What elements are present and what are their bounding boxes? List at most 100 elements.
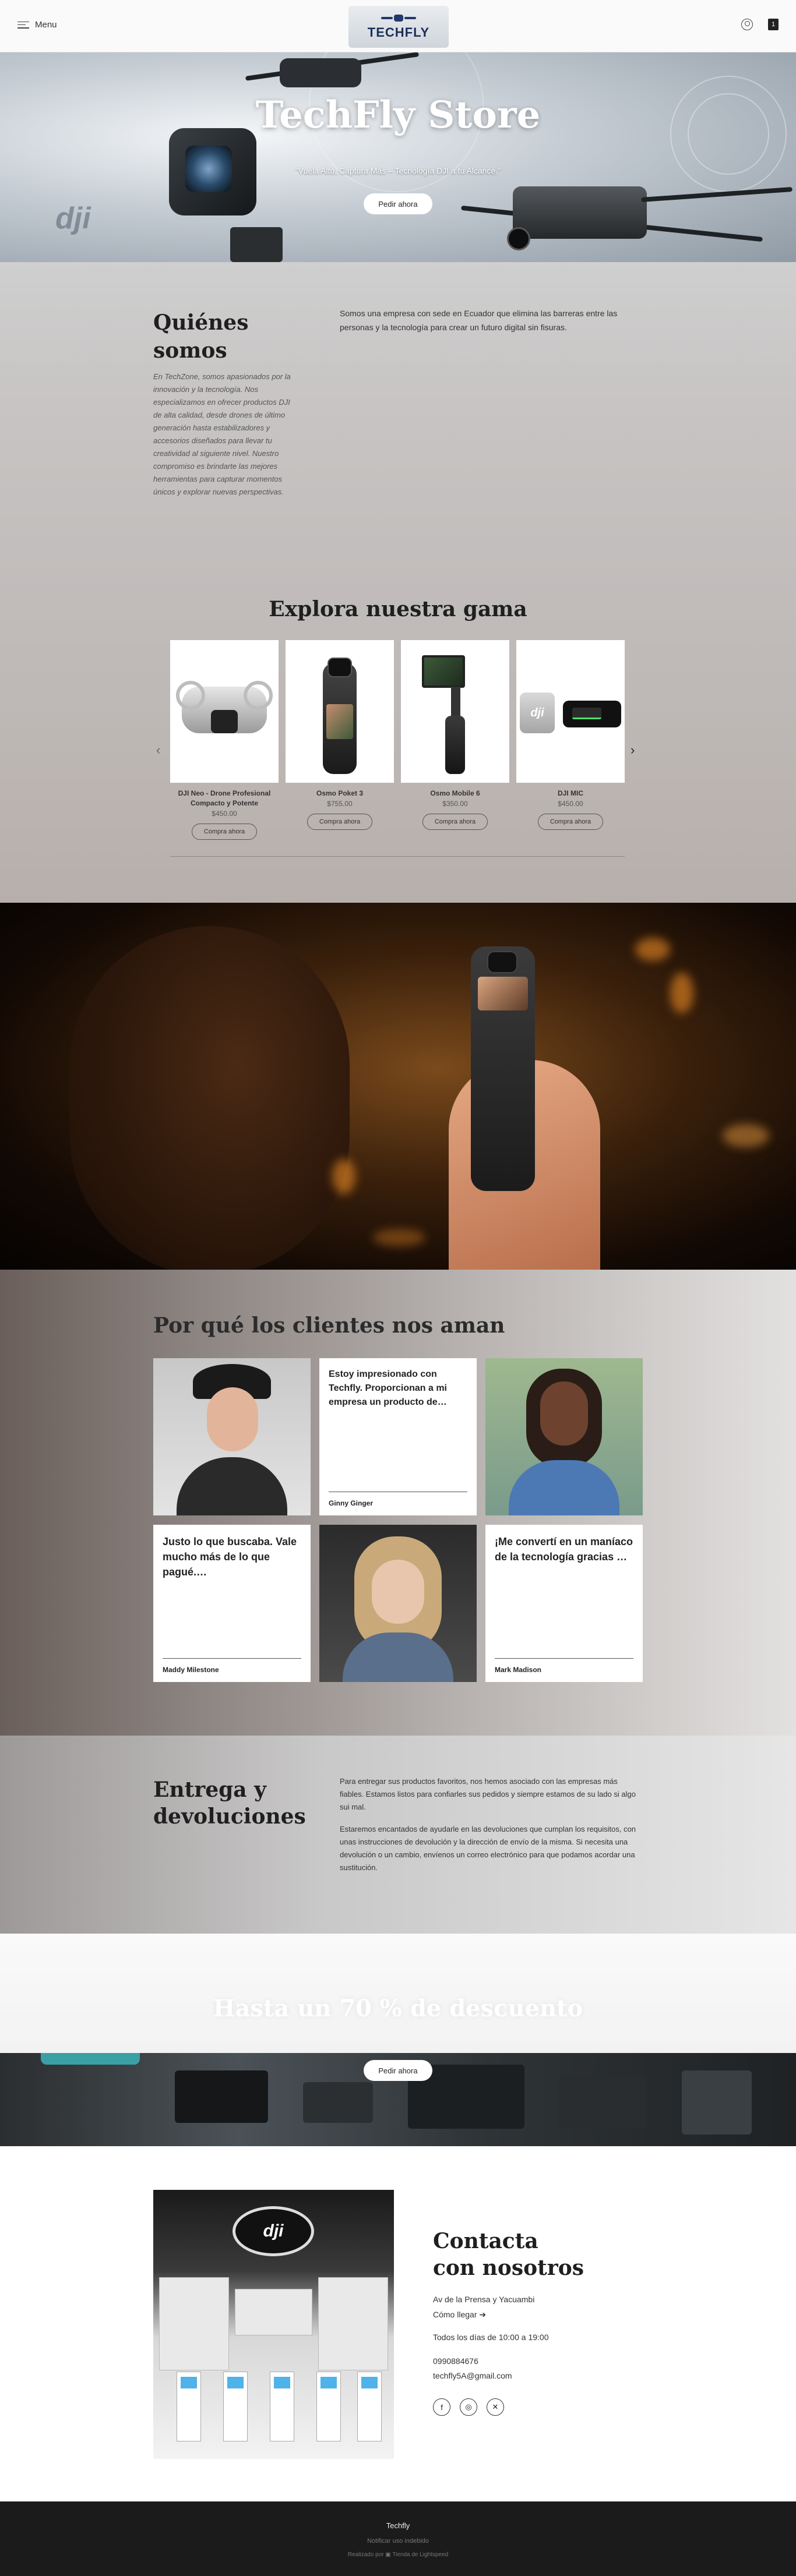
email-address[interactable]: techfly5A@gmail.com — [433, 2371, 512, 2380]
contact-title-line1: Contacta — [433, 2229, 538, 2253]
product-image — [401, 640, 509, 783]
product-card[interactable]: Osmo Mobile 6 $350.00 Compra ahora — [401, 640, 509, 830]
customer-photo — [319, 1525, 477, 1682]
testimonials-title: Por qué los clientes nos aman — [153, 1313, 505, 1338]
product-card[interactable]: DJI Neo - Drone Profesional Compacto y P… — [170, 640, 279, 840]
contact-title: Contacta con nosotros — [433, 2228, 584, 2281]
osmo-pocket-image — [471, 946, 535, 1191]
product-name[interactable]: Osmo Poket 3 — [286, 789, 394, 798]
powered-by[interactable]: Realizado por ▣ Tienda de Lightspeed — [0, 2552, 796, 2558]
directions-link[interactable]: Cómo llegar ➔ — [433, 2310, 486, 2320]
buy-now-button[interactable]: Compra ahora — [538, 814, 603, 830]
delivery-paragraph: Para entregar sus productos favoritos, n… — [340, 1777, 636, 1811]
about-title-line1: Quiénes — [153, 310, 249, 335]
product-price: $450.00 — [212, 810, 237, 818]
phone-number[interactable]: 0990884676 — [433, 2356, 478, 2366]
testimonial-card: Estoy impresionado con Techfly. Proporci… — [319, 1358, 477, 1515]
testimonial-quote: Estoy impresionado con Techfly. Proporci… — [329, 1369, 447, 1407]
drone-camera-image — [507, 227, 530, 250]
store-image: dji — [153, 2190, 394, 2459]
person-silhouette-image — [70, 926, 350, 1270]
bokeh-light — [670, 973, 693, 1013]
bokeh-light — [332, 1159, 355, 1194]
bokeh-light — [723, 1124, 769, 1147]
buy-now-button[interactable]: Compra ahora — [422, 814, 488, 830]
instagram-icon[interactable]: ◎ — [460, 2398, 477, 2416]
product-price: $350.00 — [442, 800, 468, 808]
about-title: Quiénes somos — [153, 309, 248, 365]
about-body: En TechZone, somos apasionados por la in… — [153, 372, 291, 496]
report-abuse-link[interactable]: Notificar uso indebido — [0, 2538, 796, 2545]
testimonial-card: ¡Me convertí en un maníaco de la tecnolo… — [485, 1525, 643, 1682]
product-price: $450.00 — [558, 800, 583, 808]
promo-title: Hasta un 70 % de descuento — [213, 1995, 583, 2022]
product-image: dji — [516, 640, 625, 783]
contact-title-line2: con nosotros — [433, 2256, 584, 2280]
product-name[interactable]: DJI MIC — [516, 789, 625, 798]
delivery-body: Para entregar sus productos favoritos, n… — [340, 1775, 643, 1884]
hero-banner: dji TechFly Store "Vuela Alto, Captura M… — [0, 52, 796, 262]
testimonial-card: Justo lo que buscaba. Vale mucho más de … — [153, 1525, 311, 1682]
x-twitter-icon[interactable]: ✕ — [487, 2398, 504, 2416]
about-lead: Somos una empresa con sede en Ecuador qu… — [340, 309, 618, 332]
promo-banner: Hasta un 70 % de descuento Pedir ahora — [0, 1934, 796, 2146]
facebook-icon[interactable]: f — [433, 2398, 450, 2416]
menu-button[interactable]: Menu — [17, 20, 57, 30]
delivery-title-line2: devoluciones — [153, 1804, 306, 1829]
customer-photo — [485, 1358, 643, 1515]
testimonials-section: Por qué los clientes nos aman Estoy impr… — [0, 1270, 796, 1736]
about-title-line2: somos — [153, 338, 227, 363]
product-name[interactable]: Osmo Mobile 6 — [401, 789, 509, 798]
carousel-divider — [170, 856, 625, 857]
opening-hours: Todos los días de 10:00 a 19:00 — [433, 2333, 549, 2342]
hero-title: TechFly Store — [255, 93, 541, 137]
footer-store-name: Techfly — [386, 2521, 410, 2530]
product-carousel: DJI Neo - Drone Profesional Compacto y P… — [170, 640, 625, 861]
bokeh-light — [635, 938, 670, 961]
menu-label: Menu — [35, 20, 57, 30]
site-header: Menu TECHFLY 1 — [0, 0, 796, 52]
carousel-next-icon[interactable]: › — [631, 743, 635, 758]
product-card[interactable]: Osmo Poket 3 $755.00 Compra ahora — [286, 640, 394, 830]
store-logo[interactable]: TECHFLY — [348, 6, 449, 48]
delivery-section: Entrega y devoluciones Para entregar sus… — [0, 1736, 796, 1934]
products-section: Explora nuestra gama ‹ › DJI Neo - Drone… — [0, 550, 796, 903]
delivery-title: Entrega y devoluciones — [153, 1776, 306, 1830]
drone-logo-icon — [381, 13, 416, 24]
buy-now-button[interactable]: Compra ahora — [307, 814, 372, 830]
site-footer: Techfly Notificar uso indebido Realizado… — [0, 2501, 796, 2576]
dji-watermark: dji — [55, 202, 91, 235]
cart-count: 1 — [771, 21, 776, 28]
bokeh-light — [373, 1229, 425, 1246]
product-price: $755.00 — [327, 800, 353, 808]
featured-media — [0, 903, 796, 1270]
testimonial-author: Maddy Milestone — [163, 1666, 219, 1674]
promo-order-button[interactable]: Pedir ahora — [364, 2060, 432, 2081]
testimonial-quote: Justo lo que buscaba. Vale mucho más de … — [163, 1536, 297, 1578]
drone-image-right — [513, 186, 647, 239]
contact-section: dji Contacta con nosotros Av de la Prens… — [0, 2146, 796, 2501]
logo-text: TECHFLY — [367, 25, 430, 40]
product-name[interactable]: DJI Neo - Drone Profesional Compacto y P… — [170, 789, 279, 808]
buy-now-button[interactable]: Compra ahora — [192, 824, 257, 840]
tripod-base-image — [230, 227, 283, 262]
account-icon[interactable] — [741, 19, 753, 30]
order-now-button[interactable]: Pedir ahora — [364, 193, 432, 214]
drone-image-top — [280, 58, 361, 87]
delivery-paragraph: Estaremos encantados de ayudarle en las … — [340, 1825, 636, 1872]
promo-fade — [0, 1934, 796, 2053]
about-section: Quiénes somos En TechZone, somos apasion… — [0, 262, 796, 550]
testimonial-author: Mark Madison — [495, 1666, 542, 1674]
store-sign: dji — [233, 2206, 314, 2256]
testimonial-author: Ginny Ginger — [329, 1499, 374, 1507]
testimonial-quote: ¡Me convertí en un maníaco de la tecnolo… — [495, 1536, 633, 1563]
product-image — [170, 640, 279, 783]
cart-icon[interactable]: 1 — [768, 19, 779, 30]
carousel-prev-icon[interactable]: ‹ — [156, 743, 160, 758]
mic-brand: dji — [520, 692, 555, 733]
address: Av de la Prensa y Yacuambi — [433, 2295, 535, 2304]
hamburger-icon — [17, 21, 29, 29]
product-image — [286, 640, 394, 783]
product-card[interactable]: dji DJI MIC $450.00 Compra ahora — [516, 640, 625, 830]
delivery-title-line1: Entrega y — [153, 1778, 267, 1802]
